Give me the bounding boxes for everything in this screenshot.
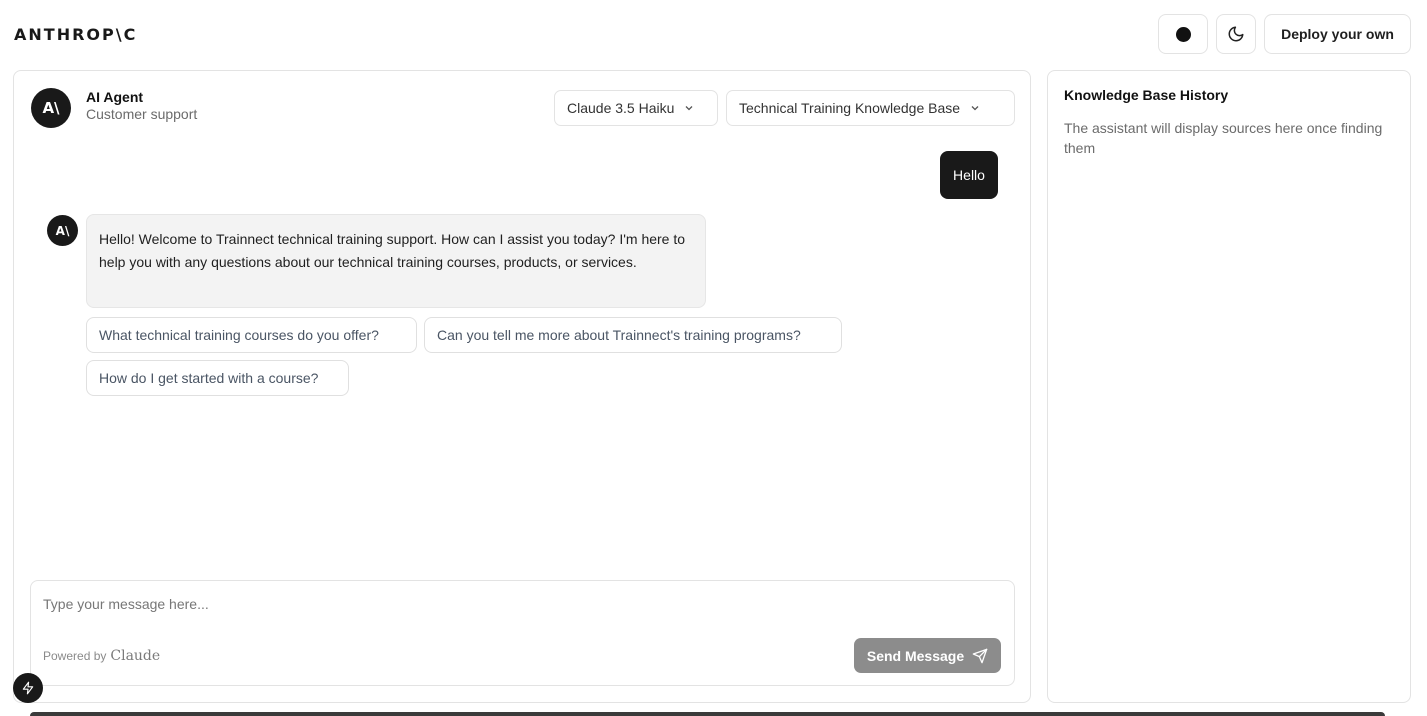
- theme-toggle-button[interactable]: [1216, 14, 1256, 54]
- chevron-down-icon: [685, 106, 693, 111]
- assistant-message: Hello! Welcome to Trainnect technical tr…: [86, 214, 706, 308]
- chevron-down-icon: [971, 106, 979, 111]
- powered-by-brand: Claude: [110, 648, 161, 664]
- side-panel-title: Knowledge Base History: [1064, 87, 1229, 103]
- suggestion-chip[interactable]: Can you tell me more about Trainnect's t…: [424, 317, 842, 353]
- agent-role: Customer support: [86, 106, 198, 122]
- powered-by: Powered by Claude: [43, 648, 160, 664]
- bottom-scrollbar[interactable]: [30, 712, 1385, 716]
- agent-avatar: A\: [31, 88, 71, 128]
- user-message: Hello: [940, 151, 998, 199]
- knowledge-base-history-panel: Knowledge Base History The assistant wil…: [1047, 70, 1411, 703]
- knowledge-base-select[interactable]: Technical Training Knowledge Base: [726, 90, 1015, 126]
- deploy-button[interactable]: Deploy your own: [1264, 14, 1411, 54]
- chat-panel: A\ AI Agent Customer support Claude 3.5 …: [13, 70, 1031, 703]
- suggestion-chip[interactable]: How do I get started with a course?: [86, 360, 349, 396]
- message-input[interactable]: [43, 593, 823, 615]
- knowledge-base-select-value: Technical Training Knowledge Base: [739, 100, 961, 116]
- suggestion-chip[interactable]: What technical training courses do you o…: [86, 317, 417, 353]
- lightning-bolt-icon: [22, 681, 34, 695]
- top-bar: ANTHROP\C Deploy your own: [0, 0, 1427, 70]
- paper-plane-icon: [972, 648, 988, 663]
- floating-action-button[interactable]: [13, 673, 43, 703]
- send-message-button[interactable]: Send Message: [854, 638, 1001, 673]
- anthropic-logo: ANTHROP\C: [14, 25, 138, 44]
- model-select-value: Claude 3.5 Haiku: [567, 100, 675, 116]
- record-dot-icon: [1175, 26, 1191, 42]
- record-button[interactable]: [1158, 14, 1208, 54]
- moon-icon: [1228, 26, 1244, 42]
- model-select[interactable]: Claude 3.5 Haiku: [554, 90, 718, 126]
- assistant-avatar: A\: [47, 215, 78, 246]
- agent-name: AI Agent: [86, 89, 144, 105]
- side-panel-empty-text: The assistant will display sources here …: [1064, 120, 1383, 156]
- message-composer: Powered by Claude Send Message: [30, 580, 1015, 686]
- powered-by-label: Powered by: [43, 649, 107, 663]
- send-message-label: Send Message: [866, 647, 965, 664]
